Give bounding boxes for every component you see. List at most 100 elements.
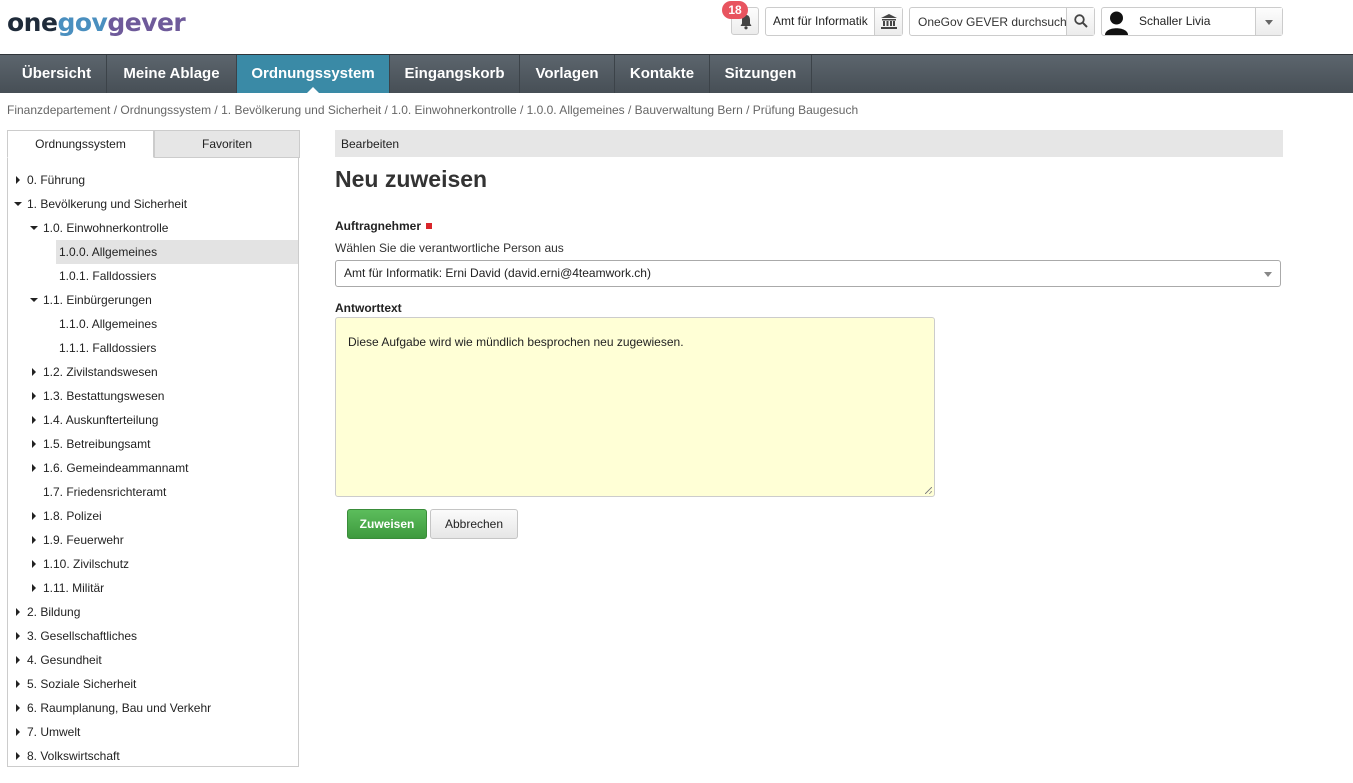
collapse-arrow-icon[interactable] [14,202,22,206]
tree-node[interactable]: 3. Gesellschaftliches [8,624,298,648]
tree-node-label[interactable]: 1.0.0. Allgemeines [59,240,157,264]
tree-node-label[interactable]: 1.0. Einwohnerkontrolle [43,216,168,240]
onegov-gever-logo[interactable]: onegovgever [7,8,186,37]
tree-node[interactable]: 1. Bevölkerung und Sicherheit [8,192,298,216]
assignee-help-text: Wählen Sie die verantwortliche Person au… [335,241,564,255]
tree-node[interactable]: 1.0.1. Falldossiers [8,264,298,288]
tree-node-selected[interactable]: 1.0.0. Allgemeines [8,240,298,264]
tree-node[interactable]: 1.4. Auskunfterteilung [8,408,298,432]
tree-node-label[interactable]: 1.8. Polizei [43,504,102,528]
breadcrumb[interactable]: Finanzdepartement / Ordnungssystem / 1. … [7,103,858,117]
assignee-select[interactable]: Amt für Informatik: Erni David (david.er… [335,260,1281,287]
tree-node-label[interactable]: 5. Soziale Sicherheit [27,672,136,696]
tree-node[interactable]: 1.1.0. Allgemeines [8,312,298,336]
tree-node-label[interactable]: 8. Volkswirtschaft [27,744,120,768]
tree-node[interactable]: 4. Gesundheit [8,648,298,672]
repository-tree: 0. Führung 1. Bevölkerung und Sicherheit… [8,168,298,768]
tree-node[interactable]: 0. Führung [8,168,298,192]
tree-node[interactable]: 1.1. Einbürgerungen [8,288,298,312]
expand-arrow-icon[interactable] [32,560,36,568]
notification-count-badge[interactable]: 18 [722,1,748,19]
tree-node-label[interactable]: 1.1.0. Allgemeines [59,312,157,336]
expand-arrow-icon[interactable] [32,392,36,400]
tree-node[interactable]: 5. Soziale Sicherheit [8,672,298,696]
nav-tab-vorlagen[interactable]: Vorlagen [520,55,615,93]
tree-node-label[interactable]: 1. Bevölkerung und Sicherheit [27,192,187,216]
expand-arrow-icon[interactable] [16,656,20,664]
tree-node-label[interactable]: 7. Umwelt [27,720,80,744]
expand-arrow-icon[interactable] [16,680,20,688]
tree-node[interactable]: 1.5. Betreibungsamt [8,432,298,456]
tree-node[interactable]: 1.8. Polizei [8,504,298,528]
response-label: Antworttext [335,301,402,315]
expand-arrow-icon[interactable] [16,176,20,184]
expand-arrow-icon[interactable] [32,464,36,472]
tree-node[interactable]: 6. Raumplanung, Bau und Verkehr [8,696,298,720]
expand-arrow-icon[interactable] [32,536,36,544]
tree-node-label[interactable]: 2. Bildung [27,600,80,624]
org-unit-selector[interactable]: Amt für Informatik [765,7,903,36]
search-input[interactable] [910,8,1067,35]
tree-node[interactable]: 8. Volkswirtschaft [8,744,298,768]
tree-node-label[interactable]: 1.2. Zivilstandswesen [43,360,158,384]
expand-arrow-icon[interactable] [32,440,36,448]
edit-header: Bearbeiten [335,130,1283,157]
expand-arrow-icon[interactable] [16,632,20,640]
sidebar-tab-ordnungssystem[interactable]: Ordnungssystem [7,130,154,158]
expand-arrow-icon[interactable] [32,584,36,592]
collapse-arrow-icon[interactable] [30,298,38,302]
expand-arrow-icon[interactable] [32,512,36,520]
tree-node-label[interactable]: 1.3. Bestattungswesen [43,384,164,408]
tree-node[interactable]: 1.0. Einwohnerkontrolle [8,216,298,240]
tree-node-label[interactable]: 1.1. Einbürgerungen [43,288,152,312]
tree-node-label[interactable]: 1.4. Auskunfterteilung [43,408,158,432]
nav-tab-kontakte[interactable]: Kontakte [615,55,710,93]
tree-node-label[interactable]: 1.10. Zivilschutz [43,552,129,576]
tree-node-label[interactable]: 1.7. Friedensrichteramt [43,480,166,504]
tree-node[interactable]: 1.6. Gemeindeammannamt [8,456,298,480]
tree-node-label[interactable]: 0. Führung [27,168,85,192]
tree-node-label[interactable]: 1.9. Feuerwehr [43,528,124,552]
tree-node[interactable]: 1.1.1. Falldossiers [8,336,298,360]
tree-node[interactable]: 1.7. Friedensrichteramt [8,480,298,504]
user-menu-toggle[interactable] [1255,8,1282,35]
response-textarea[interactable]: Diese Aufgabe wird wie mündlich besproch… [335,317,935,497]
org-unit-button[interactable] [874,8,902,35]
tree-node-label[interactable]: 4. Gesundheit [27,648,102,672]
tree-node[interactable]: 1.11. Militär [8,576,298,600]
nav-tab-meine-ablage[interactable]: Meine Ablage [107,55,237,93]
tree-node[interactable]: 1.10. Zivilschutz [8,552,298,576]
nav-tab-sitzungen[interactable]: Sitzungen [710,55,812,93]
nav-tab-uebersicht[interactable]: Übersicht [7,55,107,93]
nav-tab-eingangskorb[interactable]: Eingangskorb [390,55,520,93]
tree-node[interactable]: 1.2. Zivilstandswesen [8,360,298,384]
tree-node[interactable]: 1.9. Feuerwehr [8,528,298,552]
building-icon [881,14,897,29]
sidebar-tab-favoriten[interactable]: Favoriten [154,130,300,158]
tree-node-label[interactable]: 1.0.1. Falldossiers [59,264,156,288]
nav-tab-ordnungssystem[interactable]: Ordnungssystem [237,55,390,93]
expand-arrow-icon[interactable] [16,728,20,736]
search-button[interactable] [1066,8,1094,35]
expand-arrow-icon[interactable] [16,752,20,760]
tree-node-label[interactable]: 3. Gesellschaftliches [27,624,137,648]
assign-button[interactable]: Zuweisen [347,509,427,539]
tree-node-label[interactable]: 1.1.1. Falldossiers [59,336,156,360]
tree-node-label[interactable]: 1.11. Militär [43,576,104,600]
expand-arrow-icon[interactable] [16,608,20,616]
expand-arrow-icon[interactable] [32,416,36,424]
expand-arrow-icon[interactable] [32,368,36,376]
cancel-button[interactable]: Abbrechen [430,509,518,539]
tree-node[interactable]: 7. Umwelt [8,720,298,744]
assignee-label-text: Auftragnehmer [335,219,422,233]
tree-node-label[interactable]: 1.6. Gemeindeammannamt [43,456,188,480]
tree-node-label[interactable]: 1.5. Betreibungsamt [43,432,150,456]
resize-handle-icon[interactable] [925,487,932,494]
user-menu[interactable]: Schaller Livia [1101,7,1283,36]
tree-node[interactable]: 1.3. Bestattungswesen [8,384,298,408]
expand-arrow-icon[interactable] [16,704,20,712]
chevron-down-icon [1265,20,1273,25]
collapse-arrow-icon[interactable] [30,226,38,230]
tree-node[interactable]: 2. Bildung [8,600,298,624]
tree-node-label[interactable]: 6. Raumplanung, Bau und Verkehr [27,696,211,720]
